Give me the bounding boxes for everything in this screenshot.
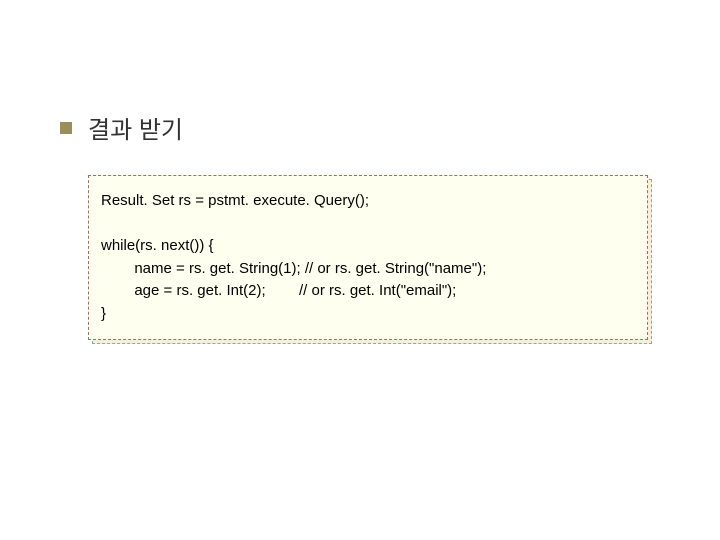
heading-row: 결과 받기: [60, 110, 660, 145]
code-line: age = rs. get. Int(2); // or rs. get. In…: [101, 280, 631, 303]
code-line: name = rs. get. String(1); // or rs. get…: [101, 258, 631, 281]
code-line: Result. Set rs = pstmt. execute. Query()…: [101, 190, 631, 213]
code-blank: [101, 213, 631, 236]
code-line: }: [101, 303, 631, 326]
heading-text: 결과 받기: [88, 110, 183, 145]
code-line: while(rs. next()) {: [101, 235, 631, 258]
code-box: Result. Set rs = pstmt. execute. Query()…: [88, 175, 648, 340]
bullet-icon: [60, 122, 72, 134]
code-block: Result. Set rs = pstmt. execute. Query()…: [88, 175, 648, 340]
slide: 결과 받기 Result. Set rs = pstmt. execute. Q…: [0, 0, 720, 540]
